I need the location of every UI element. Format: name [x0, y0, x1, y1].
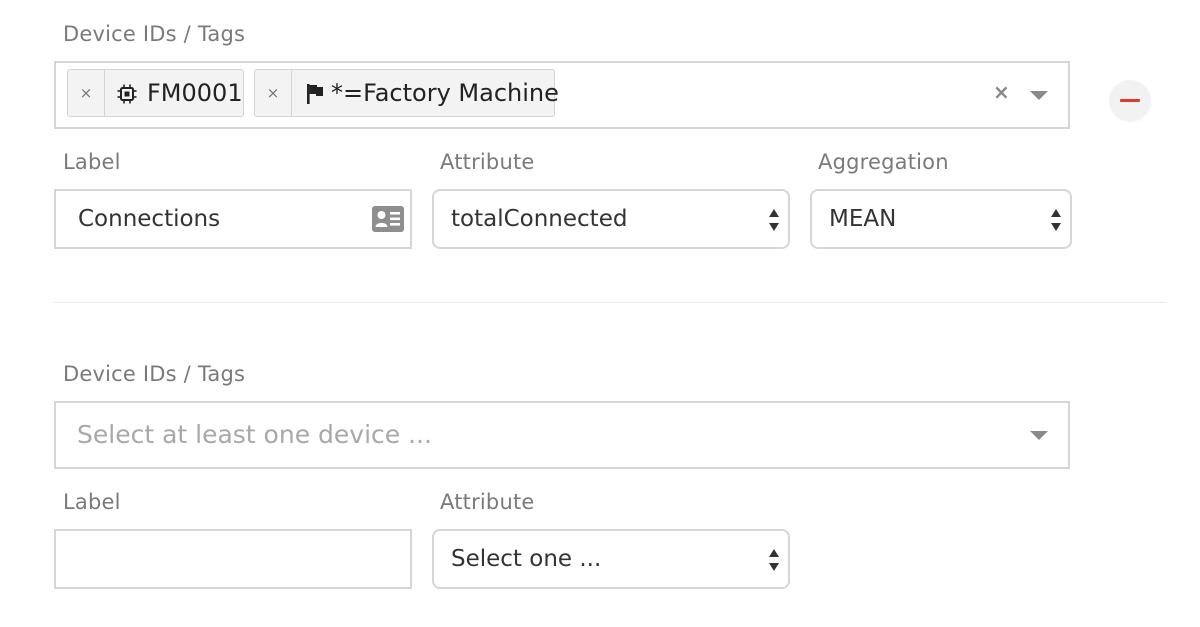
remove-series-button[interactable] — [1109, 80, 1151, 122]
device-select-placeholder: Select at least one device ... — [77, 420, 432, 449]
device-ids-tags-label: Device IDs / Tags — [63, 22, 246, 46]
tag-chip-factory-machine: × *=Factory Machine — [254, 69, 559, 117]
aggregation-field-label: Aggregation — [818, 150, 949, 174]
device-tags-select[interactable]: × FM0001 × *=Factory Machine × — [54, 61, 1070, 129]
attribute-select[interactable]: totalConnected — [432, 189, 790, 249]
attribute-field-label: Attribute — [440, 150, 535, 174]
minus-icon — [1120, 99, 1140, 102]
aggregation-select[interactable]: MEAN — [810, 189, 1072, 249]
select-arrows-icon — [769, 209, 779, 231]
attribute-select-empty[interactable]: Select one ... — [432, 529, 790, 589]
flag-icon — [307, 84, 323, 104]
label-field-label: Label — [63, 150, 121, 174]
section-divider — [54, 302, 1166, 303]
device-tags-select-empty[interactable]: Select at least one device ... — [54, 401, 1070, 469]
chip-icon — [117, 84, 137, 104]
attribute-select-value: totalConnected — [451, 206, 628, 232]
label-input-empty[interactable] — [54, 529, 412, 589]
chevron-down-icon[interactable] — [1030, 91, 1048, 100]
label-input[interactable]: Connections — [54, 189, 412, 249]
attribute-select-value: Select one ... — [451, 546, 602, 572]
device-ids-tags-label: Device IDs / Tags — [63, 362, 246, 386]
chevron-down-icon[interactable] — [1030, 431, 1048, 440]
chip-remove-button[interactable]: × — [68, 70, 105, 116]
attribute-field-label: Attribute — [440, 490, 535, 514]
chip-label-factory-machine: *=Factory Machine — [331, 79, 559, 107]
select-arrows-icon — [769, 549, 779, 571]
device-chip-fm0001: × FM0001 — [67, 69, 244, 117]
select-arrows-icon — [1051, 209, 1061, 231]
chip-remove-button[interactable]: × — [255, 70, 292, 116]
clear-selection-button[interactable]: × — [993, 80, 1010, 104]
aggregation-select-value: MEAN — [829, 206, 897, 232]
label-input-value: Connections — [78, 206, 221, 232]
chip-label-fm0001: FM0001 — [147, 79, 243, 107]
label-field-label: Label — [63, 490, 121, 514]
contact-card-icon — [372, 206, 404, 232]
